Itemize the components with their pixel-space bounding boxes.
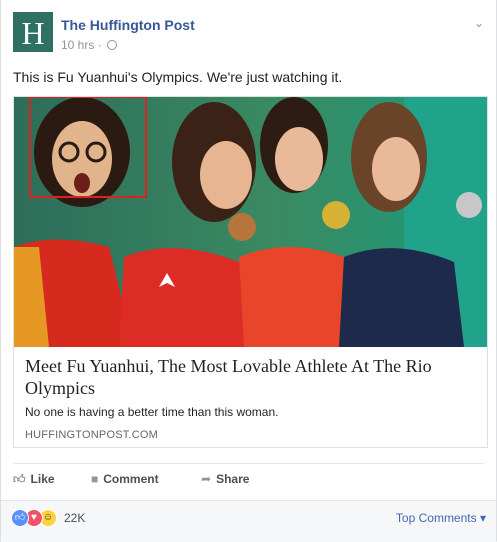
podium-photo-illustration <box>14 97 487 347</box>
post-header: H The Huffington Post 10 hrs · ⌄ <box>13 12 484 56</box>
post-message: This is Fu Yuanhui's Olympics. We're jus… <box>13 69 343 85</box>
page-avatar[interactable]: H <box>13 12 53 52</box>
share-label: Share <box>216 472 250 486</box>
thumbs-up-icon: 👍︎ <box>13 472 26 486</box>
globe-icon[interactable] <box>107 40 118 50</box>
reaction-count[interactable]: 22K <box>64 511 85 525</box>
share-button[interactable]: ➦ Share <box>201 472 249 486</box>
share-arrow-icon: ➦ <box>201 472 212 486</box>
like-reaction-icon[interactable]: 👍︎ <box>11 509 29 527</box>
link-domain: HUFFINGTONPOST.COM <box>25 429 158 441</box>
comment-icon: ■ <box>91 472 99 486</box>
comment-button[interactable]: ■ Comment <box>91 472 159 486</box>
meta-separator: · <box>97 38 102 52</box>
like-label: Like <box>30 472 55 486</box>
like-button[interactable]: 👍︎ Like <box>13 472 55 487</box>
post-card: H The Huffington Post 10 hrs · ⌄ This is… <box>0 0 497 542</box>
action-bar: 👍︎ Like ■ Comment ➦ Share <box>13 463 484 494</box>
post-meta: 10 hrs · <box>61 38 118 52</box>
reactions-bar: 👍︎ ♥ ☺ 22K Top Comments ▾ <box>1 500 496 542</box>
post-timestamp[interactable]: 10 hrs <box>61 38 94 52</box>
comment-label: Comment <box>103 472 159 486</box>
comment-sort-dropdown[interactable]: Top Comments ▾ <box>396 511 486 525</box>
caret-down-icon: ▾ <box>479 511 486 525</box>
chevron-down-icon[interactable]: ⌄ <box>474 16 484 30</box>
link-preview-image[interactable] <box>14 97 487 347</box>
page-name-link[interactable]: The Huffington Post <box>61 17 195 33</box>
link-description: No one is having a better time than this… <box>25 405 279 419</box>
link-title[interactable]: Meet Fu Yuanhui, The Most Lovable Athlet… <box>25 355 475 399</box>
link-preview[interactable]: Meet Fu Yuanhui, The Most Lovable Athlet… <box>13 96 488 448</box>
comment-sort-label: Top Comments <box>395 511 477 525</box>
